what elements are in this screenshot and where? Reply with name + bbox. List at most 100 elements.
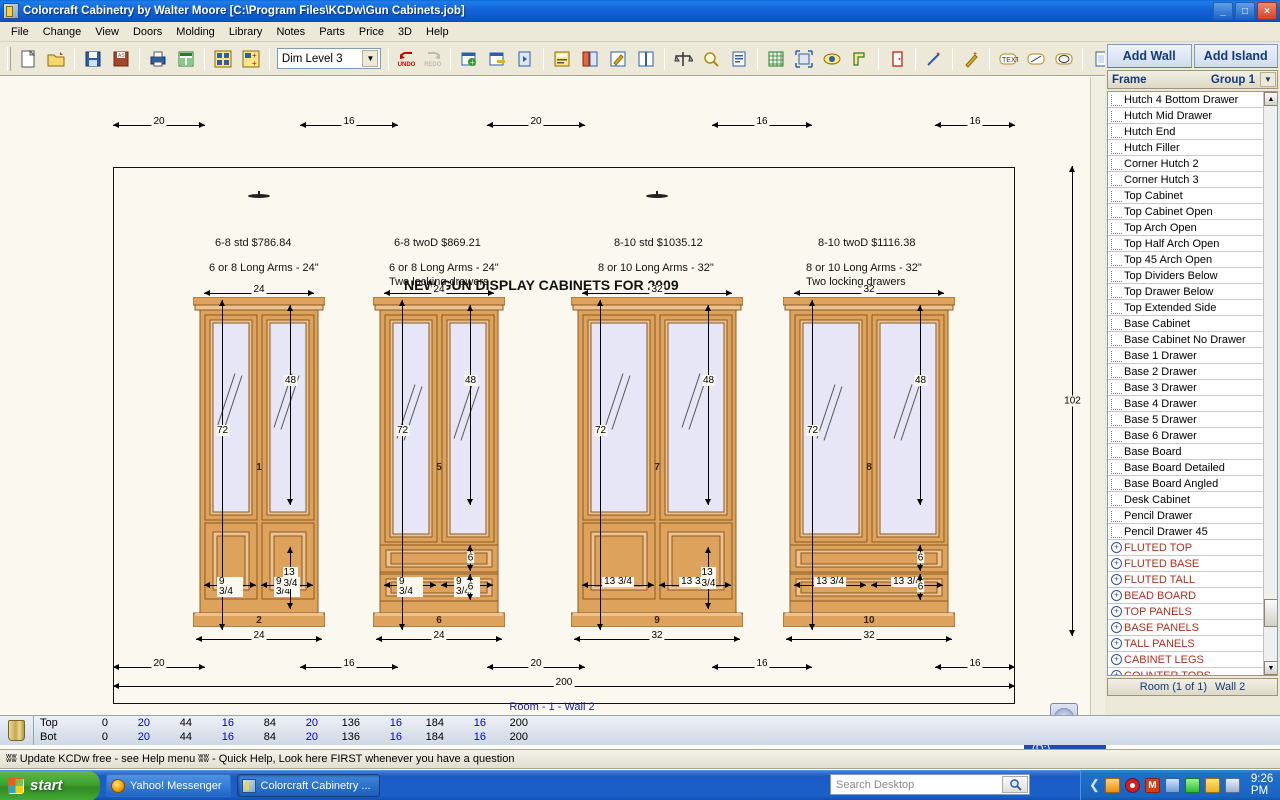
library-item-corner-hutch-2[interactable]: Corner Hutch 2 [1108,156,1263,172]
text-icon[interactable]: TEXT [995,46,1021,72]
chevron-down-icon[interactable]: ▼ [362,50,379,67]
menu-item-help[interactable]: Help [419,24,456,40]
door-style-icon[interactable] [577,46,603,72]
search-icon[interactable] [1002,776,1028,793]
print-preview-icon[interactable] [173,46,199,72]
add-cabinet-icon[interactable]: + [456,46,482,72]
print-icon[interactable] [145,46,171,72]
drawing-canvas[interactable]: NEW GUN DISPLAY CABINETS FOR 2009 Room -… [0,77,1105,715]
pencil-icon[interactable]: + [958,46,984,72]
library-item-top-half-arch-open[interactable]: Top Half Arch Open [1108,236,1263,252]
grid-icon[interactable] [763,46,789,72]
library-item-tall-panels[interactable]: + TALL PANELS [1108,636,1263,652]
library-item-base-5-drawer[interactable]: Base 5 Drawer [1108,412,1263,428]
standards-icon[interactable] [549,46,575,72]
library-item-base-board-angled[interactable]: Base Board Angled [1108,476,1263,492]
open-folder-icon[interactable] [43,46,69,72]
canvas-vertical-scrollbar[interactable] [1090,77,1105,715]
elevation-icon[interactable] [884,46,910,72]
library-item-base-panels[interactable]: + BASE PANELS [1108,620,1263,636]
antivirus-icon[interactable] [1124,777,1140,793]
update-icon[interactable] [1204,777,1220,793]
taskbar-item-yahoo[interactable]: Yahoo! Messenger [106,774,231,797]
report-icon[interactable] [726,46,752,72]
library-item-top-cabinet[interactable]: Top Cabinet [1108,188,1263,204]
mcafee-icon[interactable]: M [1144,777,1160,793]
expand-plus-icon[interactable]: + [1111,670,1122,675]
library-item-top-drawer-below[interactable]: Top Drawer Below [1108,284,1263,300]
remove-cabinet-icon[interactable] [484,46,510,72]
scrollbar-thumb[interactable] [1264,599,1277,627]
menu-item-molding[interactable]: Molding [169,24,222,40]
menu-item-file[interactable]: File [4,24,36,40]
menu-item-parts[interactable]: Parts [312,24,352,40]
expand-plus-icon[interactable]: + [1111,558,1122,569]
menu-item-view[interactable]: View [88,24,126,40]
zoom-icon[interactable] [698,46,724,72]
toolbar-grip[interactable] [7,46,11,71]
network-icon[interactable] [1164,777,1180,793]
add-island-button[interactable]: Add Island [1193,44,1278,68]
library-item-base-board[interactable]: Base Board [1108,444,1263,460]
edit-icon[interactable] [605,46,631,72]
expand-plus-icon[interactable]: + [1111,590,1122,601]
fit-window-icon[interactable] [791,46,817,72]
copy-cabinet-icon[interactable] [512,46,538,72]
expand-plus-icon[interactable]: + [1111,542,1122,553]
library-item-base-4-drawer[interactable]: Base 4 Drawer [1108,396,1263,412]
library-item-hutch-mid-drawer[interactable]: Hutch Mid Drawer [1108,108,1263,124]
mail-icon[interactable] [1104,777,1120,793]
scale-icon[interactable] [670,46,696,72]
corner-icon[interactable] [847,46,873,72]
expand-plus-icon[interactable]: + [1111,606,1122,617]
expand-plus-icon[interactable]: + [1111,654,1122,665]
library-scrollbar[interactable]: ▲ ▼ [1263,92,1277,675]
wand-icon[interactable]: + [921,46,947,72]
library-item-base-3-drawer[interactable]: Base 3 Drawer [1108,380,1263,396]
menu-item-doors[interactable]: Doors [126,24,169,40]
monitor-icon[interactable] [1224,777,1240,793]
trash-icon[interactable] [0,716,34,745]
new-document-icon[interactable] [15,46,41,72]
library-item-cabinet-legs[interactable]: + CABINET LEGS [1108,652,1263,668]
menu-item-price[interactable]: Price [352,24,391,40]
search-desktop-input[interactable]: Search Desktop [830,774,1030,795]
library-item-corner-hutch-3[interactable]: Corner Hutch 3 [1108,172,1263,188]
menu-item-notes[interactable]: Notes [269,24,312,40]
library-item-bead-board[interactable]: + BEAD BOARD [1108,588,1263,604]
ellipse-icon[interactable] [1051,46,1077,72]
panel-group-header[interactable]: Frame Group 1 ▼ [1107,70,1278,89]
dim-level-select[interactable]: Dim Level 3 ▼ [276,48,382,69]
tray-expand-icon[interactable]: ❮ [1089,777,1100,793]
cabinet-type-list[interactable]: Hutch 4 Bottom Drawer Hutch Mid Drawer Hut… [1107,91,1278,676]
library-item-top-cabinet-open[interactable]: Top Cabinet Open [1108,204,1263,220]
library-item-pencil-drawer-45[interactable]: Pencil Drawer 45 [1108,524,1263,540]
minimize-button[interactable]: _ [1213,2,1233,20]
menu-item-change[interactable]: Change [36,24,89,40]
save-icon[interactable] [80,46,106,72]
library-item-base-6-drawer[interactable]: Base 6 Drawer [1108,428,1263,444]
library-item-top-arch-open[interactable]: Top Arch Open [1108,220,1263,236]
view-eye-icon[interactable] [819,46,845,72]
scroll-up-button[interactable]: ▲ [1264,92,1277,106]
library-item-fluted-top[interactable]: + FLUTED TOP [1108,540,1263,556]
library-item-base-cabinet-no-drawer[interactable]: Base Cabinet No Drawer [1108,332,1263,348]
grid-items-icon[interactable] [210,46,236,72]
menu-item-library[interactable]: Library [222,24,270,40]
library-item-fluted-base[interactable]: + FLUTED BASE [1108,556,1263,572]
menu-item-3d[interactable]: 3D [391,24,419,40]
library-item-hutch-end[interactable]: Hutch End [1108,124,1263,140]
library-item-counter-tops[interactable]: + COUNTER TOPS [1108,668,1263,675]
undo-icon[interactable]: UNDO [394,46,418,72]
expand-plus-icon[interactable]: + [1111,574,1122,585]
library-item-top-45-arch-open[interactable]: Top 45 Arch Open [1108,252,1263,268]
library-item-hutch-filler[interactable]: Hutch Filler [1108,140,1263,156]
start-button[interactable]: start [0,770,100,800]
library-item-top-dividers-below[interactable]: Top Dividers Below [1108,268,1263,284]
taskbar-item-colorcraft[interactable]: Colorcraft Cabinetry ... [236,774,380,797]
redo-icon[interactable]: REDO [421,46,445,72]
maximize-button[interactable]: □ [1235,2,1255,20]
signal-icon[interactable] [1184,777,1200,793]
add-wall-button[interactable]: Add Wall [1107,44,1192,68]
library-item-base-board-detailed[interactable]: Base Board Detailed [1108,460,1263,476]
